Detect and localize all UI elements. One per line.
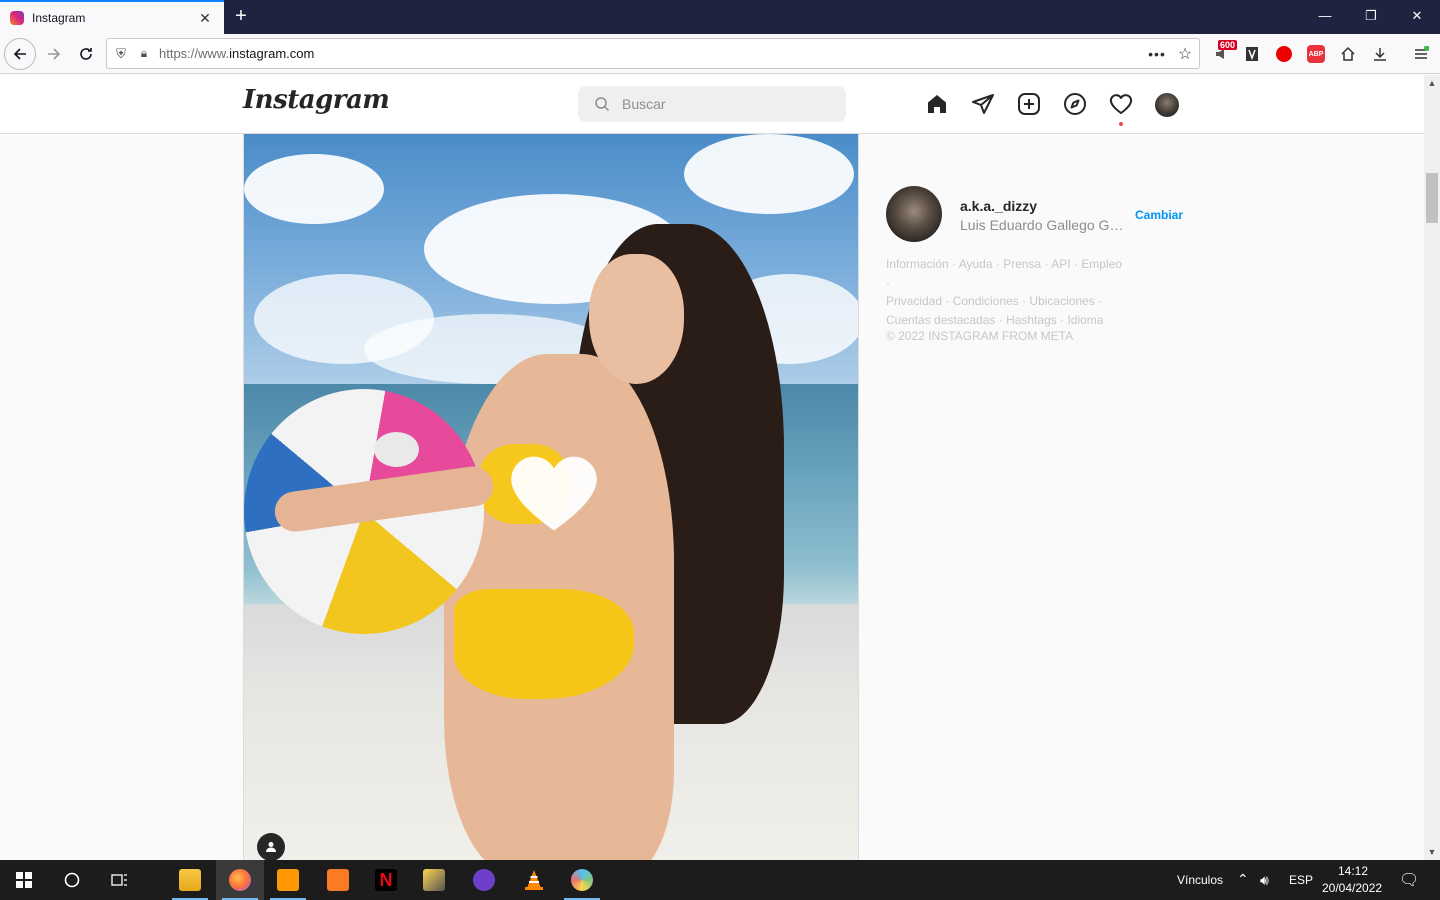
- extension-adblock-plus-icon[interactable]: ABP: [1301, 38, 1331, 70]
- activity-heart-icon[interactable]: [1108, 91, 1134, 117]
- language-indicator[interactable]: ESP: [1289, 873, 1313, 887]
- restore-button[interactable]: ❐: [1348, 0, 1394, 32]
- post-image[interactable]: [243, 134, 859, 860]
- extension-reader-icon[interactable]: [1237, 38, 1267, 70]
- profile-avatar[interactable]: [886, 186, 942, 242]
- footer-link[interactable]: Idioma: [1067, 313, 1103, 327]
- back-arrow-icon: [13, 48, 26, 60]
- taskbar-paint-app[interactable]: [558, 860, 606, 900]
- footer-link[interactable]: Hashtags: [1006, 313, 1057, 327]
- action-center-icon[interactable]: 🗨︎: [1399, 870, 1419, 890]
- minimize-button[interactable]: —: [1302, 0, 1348, 32]
- clock-time[interactable]: 14:12: [1338, 864, 1368, 878]
- explore-compass-icon[interactable]: [1062, 91, 1088, 117]
- cortana-search-button[interactable]: [48, 860, 96, 900]
- notification-dot: [1119, 122, 1123, 126]
- reload-icon: [80, 48, 92, 60]
- lock-icon[interactable]: 🔒︎: [135, 46, 153, 61]
- page-scrollbar[interactable]: ▲ ▼: [1424, 75, 1440, 860]
- show-hidden-icons-icon[interactable]: ⌃: [1237, 871, 1249, 888]
- extension-ublock-icon[interactable]: [1269, 38, 1299, 70]
- footer-links: Información · Ayuda · Prensa · API · Emp…: [886, 257, 1122, 327]
- footer-link[interactable]: Condiciones: [953, 294, 1019, 308]
- scroll-thumb[interactable]: [1426, 173, 1438, 223]
- taskbar-xampp[interactable]: [314, 860, 362, 900]
- forward-arrow-icon: [48, 48, 61, 60]
- page-actions-icon[interactable]: •••: [1143, 46, 1171, 62]
- footer-link[interactable]: API: [1051, 257, 1070, 271]
- close-tab-icon[interactable]: ✕: [196, 10, 214, 27]
- reload-button[interactable]: [70, 38, 102, 70]
- taskbar-sublime-text[interactable]: [264, 860, 312, 900]
- profile-avatar-small[interactable]: [1155, 93, 1179, 117]
- new-post-icon[interactable]: [1016, 91, 1042, 117]
- footer-link[interactable]: Cuentas destacadas: [886, 313, 995, 327]
- downloads-icon[interactable]: [1365, 38, 1395, 70]
- search-box[interactable]: [578, 86, 846, 122]
- bolt-app-icon: [423, 869, 445, 891]
- instagram-header: Instagram: [0, 75, 1424, 134]
- windows-taskbar: N Vínculos ⌃ 🔊︎ ESP 14:12 20/04/2022 🗨︎: [0, 860, 1440, 900]
- taskbar-app-bolt[interactable]: [410, 860, 458, 900]
- instagram-favicon-icon: [10, 11, 24, 25]
- task-view-button[interactable]: [96, 860, 144, 900]
- back-button[interactable]: [4, 38, 36, 70]
- vlc-cone-icon: [525, 870, 543, 890]
- home-icon[interactable]: [924, 91, 950, 117]
- taskbar-firefox[interactable]: [216, 860, 264, 900]
- footer-link[interactable]: Prensa: [1003, 257, 1041, 271]
- xampp-icon: [327, 869, 349, 891]
- search-input[interactable]: [622, 96, 822, 112]
- windows-logo-icon: [16, 872, 32, 888]
- footer-link[interactable]: Empleo: [1081, 257, 1122, 271]
- switch-account-link[interactable]: Cambiar: [1135, 208, 1183, 222]
- instagram-logo[interactable]: Instagram: [243, 85, 390, 115]
- github-icon: [473, 869, 495, 891]
- footer-link[interactable]: Privacidad: [886, 294, 942, 308]
- netflix-icon: N: [375, 869, 397, 891]
- folder-icon: [179, 869, 201, 891]
- user-icon: [266, 842, 276, 852]
- taskbar-netflix[interactable]: N: [362, 860, 410, 900]
- task-view-icon: [111, 874, 127, 886]
- taskbar-github-desktop[interactable]: [460, 860, 508, 900]
- footer-link[interactable]: Ubicaciones: [1029, 294, 1094, 308]
- tab-title: Instagram: [32, 11, 86, 25]
- start-button[interactable]: [0, 860, 48, 900]
- browser-tab-strip: Instagram ✕ + — ❐ ✕: [0, 0, 1440, 34]
- taskbar-file-explorer[interactable]: [166, 860, 214, 900]
- new-tab-button[interactable]: +: [230, 5, 252, 27]
- scroll-up-icon[interactable]: ▲: [1424, 75, 1440, 91]
- tagged-users-button[interactable]: [257, 833, 285, 860]
- tracking-shield-icon[interactable]: ⛨: [107, 46, 135, 62]
- url-bar[interactable]: ⛨ 🔒︎ https://www.instagram.com ••• ☆: [106, 38, 1200, 69]
- instagram-page: Instagram Buscar a.k.a._dizzy Luis Eduar…: [0, 75, 1424, 860]
- profile-full-name: Luis Eduardo Gallego Gar...: [960, 217, 1130, 233]
- footer-link[interactable]: Información: [886, 257, 949, 271]
- browser-nav-bar: ⛨ 🔒︎ https://www.instagram.com ••• ☆ 600…: [0, 34, 1440, 74]
- links-toolbar-label[interactable]: Vínculos: [1177, 873, 1223, 887]
- scroll-down-icon[interactable]: ▼: [1424, 844, 1440, 860]
- menu-hamburger-icon[interactable]: [1406, 38, 1436, 70]
- direct-messages-icon[interactable]: [970, 91, 996, 117]
- sublime-text-icon: [277, 869, 299, 891]
- like-heart-icon: [511, 456, 597, 531]
- close-window-button[interactable]: ✕: [1394, 0, 1440, 32]
- search-icon: [595, 97, 610, 112]
- firefox-icon: [229, 869, 251, 891]
- profile-username[interactable]: a.k.a._dizzy: [960, 198, 1037, 214]
- clock-date[interactable]: 20/04/2022: [1322, 881, 1382, 895]
- footer-link[interactable]: Ayuda: [959, 257, 993, 271]
- volume-icon[interactable]: 🔊︎: [1260, 872, 1269, 889]
- url-text[interactable]: https://www.instagram.com: [153, 46, 1143, 61]
- copyright: © 2022 INSTAGRAM FROM META: [886, 329, 1074, 343]
- bookmark-star-icon[interactable]: ☆: [1171, 44, 1199, 64]
- browser-tab-instagram[interactable]: Instagram ✕: [0, 0, 224, 34]
- extension-notifications-icon[interactable]: 600: [1206, 38, 1238, 70]
- paint-palette-icon: [571, 869, 593, 891]
- cortana-circle-icon: [64, 872, 80, 888]
- taskbar-vlc[interactable]: [510, 860, 558, 900]
- home-icon[interactable]: [1333, 38, 1363, 70]
- forward-button[interactable]: [38, 38, 70, 70]
